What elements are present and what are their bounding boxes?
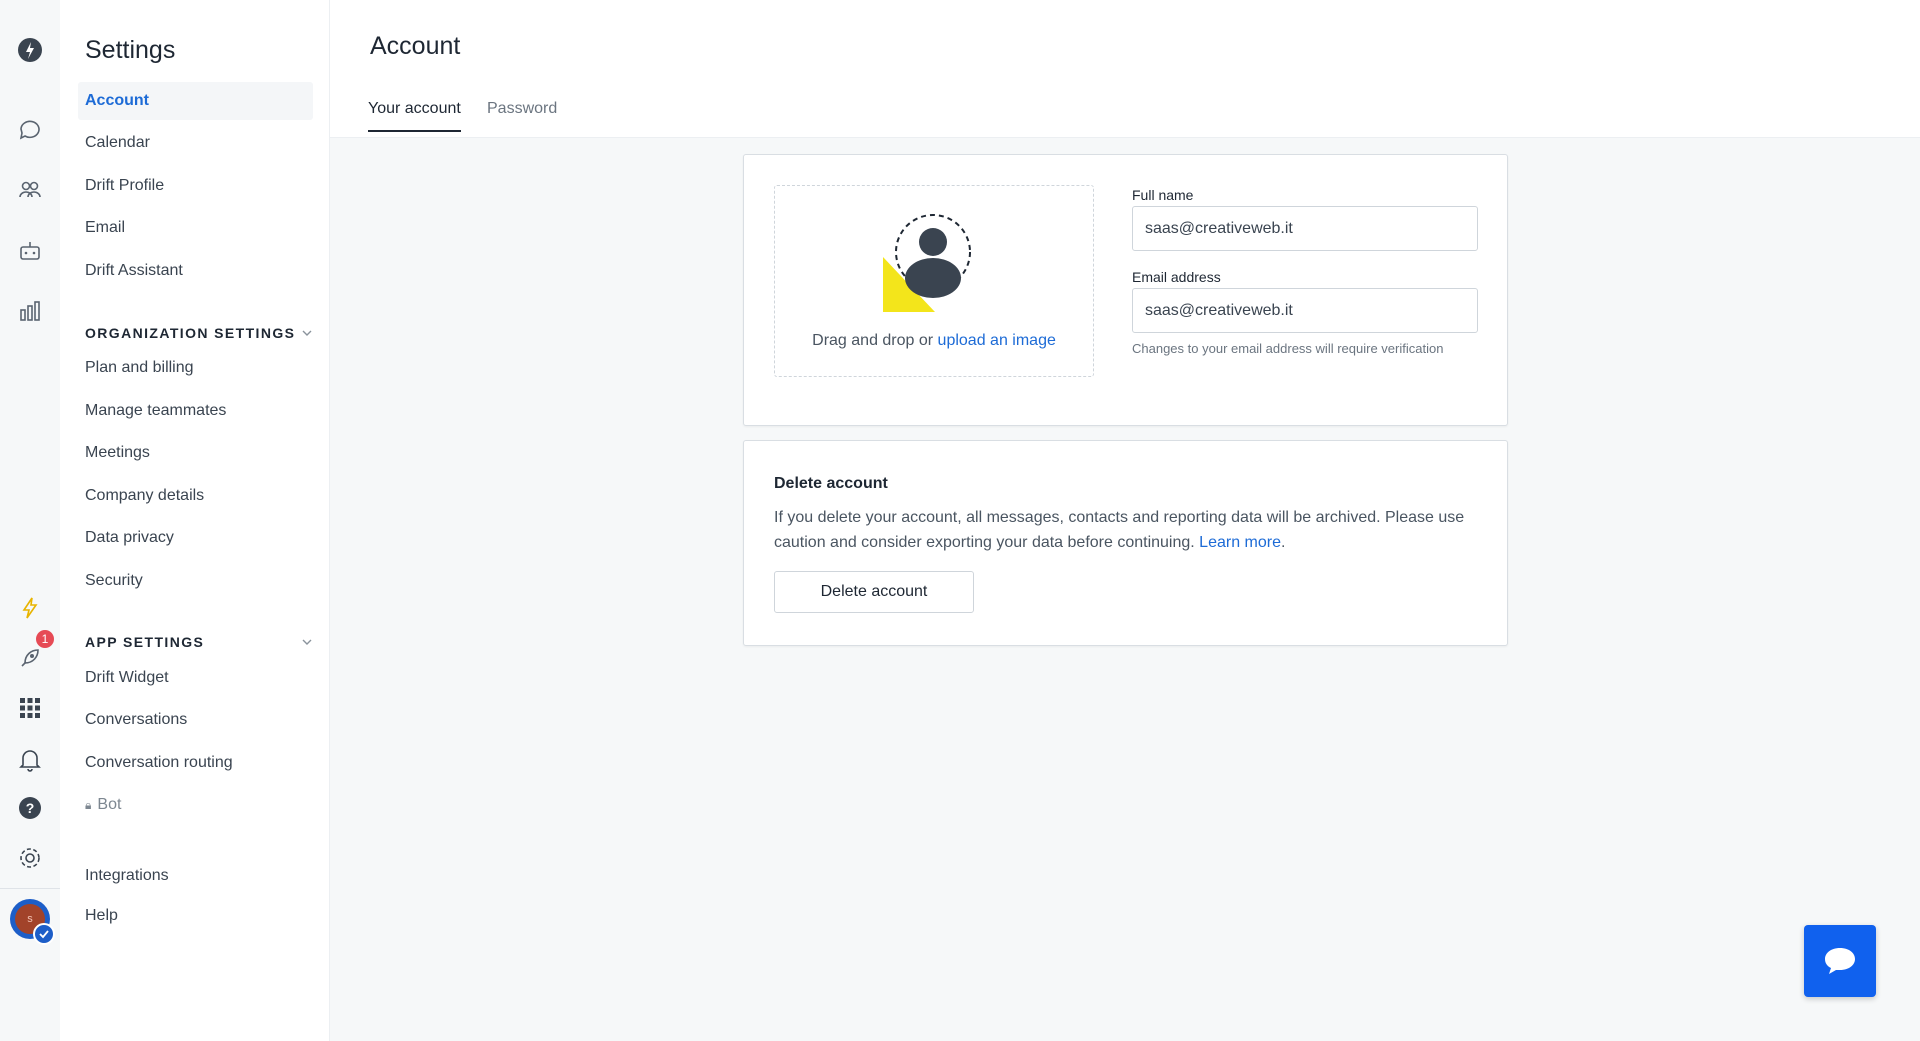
sidebar-item-integrations[interactable]: Integrations — [78, 857, 313, 895]
sidebar-item-help[interactable]: Help — [78, 897, 313, 935]
avatar-placeholder-icon — [883, 214, 971, 312]
drift-logo-icon[interactable] — [15, 35, 45, 65]
email-label: Email address — [1132, 269, 1221, 285]
sidebar-item-manage-teammates[interactable]: Manage teammates — [78, 392, 313, 430]
org-settings-header[interactable]: ORGANIZATION SETTINGS — [85, 325, 313, 341]
sidebar-item-data-privacy[interactable]: Data privacy — [78, 519, 313, 557]
dropzone-text: Drag and drop or upload an image — [775, 332, 1093, 350]
email-field[interactable] — [1132, 288, 1478, 333]
chevron-down-icon — [302, 639, 312, 645]
upload-image-link[interactable]: upload an image — [938, 332, 1056, 349]
settings-sidebar: Settings Account Calendar Drift Profile … — [60, 0, 330, 1041]
learn-more-link[interactable]: Learn more — [1199, 534, 1281, 551]
app-settings-header[interactable]: APP SETTINGS — [85, 634, 313, 650]
sidebar-item-meetings[interactable]: Meetings — [78, 434, 313, 472]
avatar-dropzone[interactable]: Drag and drop or upload an image — [774, 185, 1094, 377]
reports-icon[interactable] — [15, 296, 45, 326]
full-name-label: Full name — [1132, 187, 1194, 203]
delete-account-title: Delete account — [774, 475, 888, 492]
sidebar-item-calendar[interactable]: Calendar — [78, 124, 313, 162]
tab-your-account[interactable]: Your account — [368, 100, 461, 132]
chat-bubble-icon — [1825, 948, 1855, 974]
main-header: Account Your account Password — [330, 0, 1920, 138]
sidebar-item-conversations[interactable]: Conversations — [78, 701, 313, 739]
rail-divider — [0, 888, 60, 889]
bot-icon[interactable] — [15, 236, 45, 266]
sidebar-item-bot[interactable]: 🔒︎ Bot — [78, 786, 313, 824]
help-icon[interactable]: ? — [15, 793, 45, 823]
lightning-icon[interactable] — [15, 593, 45, 623]
sidebar-title: Settings — [85, 36, 176, 64]
full-name-field[interactable] — [1132, 206, 1478, 251]
chat-icon[interactable] — [15, 115, 45, 145]
learn-more-suffix: . — [1281, 534, 1286, 551]
svg-text:?: ? — [26, 800, 35, 816]
chevron-down-icon — [302, 330, 312, 336]
sidebar-item-email[interactable]: Email — [78, 209, 313, 247]
sidebar-item-drift-widget[interactable]: Drift Widget — [78, 659, 313, 697]
delete-account-card: Delete account If you delete your accoun… — [743, 440, 1508, 646]
sidebar-item-drift-profile[interactable]: Drift Profile — [78, 167, 313, 205]
chat-widget-button[interactable] — [1804, 925, 1876, 997]
settings-icon[interactable] — [15, 843, 45, 873]
sidebar-item-conversation-routing[interactable]: Conversation routing — [78, 744, 313, 782]
notification-badge: 1 — [34, 628, 56, 650]
sidebar-item-bot-label: Bot — [97, 796, 122, 813]
delete-account-description: If you delete your account, all messages… — [774, 505, 1494, 555]
sidebar-item-drift-assistant[interactable]: Drift Assistant — [78, 252, 313, 290]
profile-card: Drag and drop or upload an image Full na… — [743, 154, 1508, 426]
tab-password[interactable]: Password — [487, 100, 557, 130]
org-settings-label: ORGANIZATION SETTINGS — [85, 325, 296, 341]
email-hint: Changes to your email address will requi… — [1132, 341, 1444, 356]
apps-grid-icon[interactable] — [15, 693, 45, 723]
app-settings-label: APP SETTINGS — [85, 634, 205, 650]
contacts-icon[interactable] — [15, 175, 45, 205]
icon-rail: 1 ? s — [0, 0, 60, 1041]
delete-warning-text: If you delete your account, all messages… — [774, 509, 1465, 551]
bell-icon[interactable] — [15, 745, 45, 775]
dropzone-instruction: Drag and drop or — [812, 332, 938, 349]
checkmark-icon — [33, 923, 55, 945]
delete-account-button[interactable]: Delete account — [774, 571, 974, 613]
sidebar-item-security[interactable]: Security — [78, 562, 313, 600]
sidebar-item-plan-billing[interactable]: Plan and billing — [78, 349, 313, 387]
lock-icon: 🔒︎ — [85, 797, 92, 812]
page-title: Account — [370, 32, 461, 60]
sidebar-item-company-details[interactable]: Company details — [78, 477, 313, 515]
sidebar-item-account[interactable]: Account — [78, 82, 313, 120]
